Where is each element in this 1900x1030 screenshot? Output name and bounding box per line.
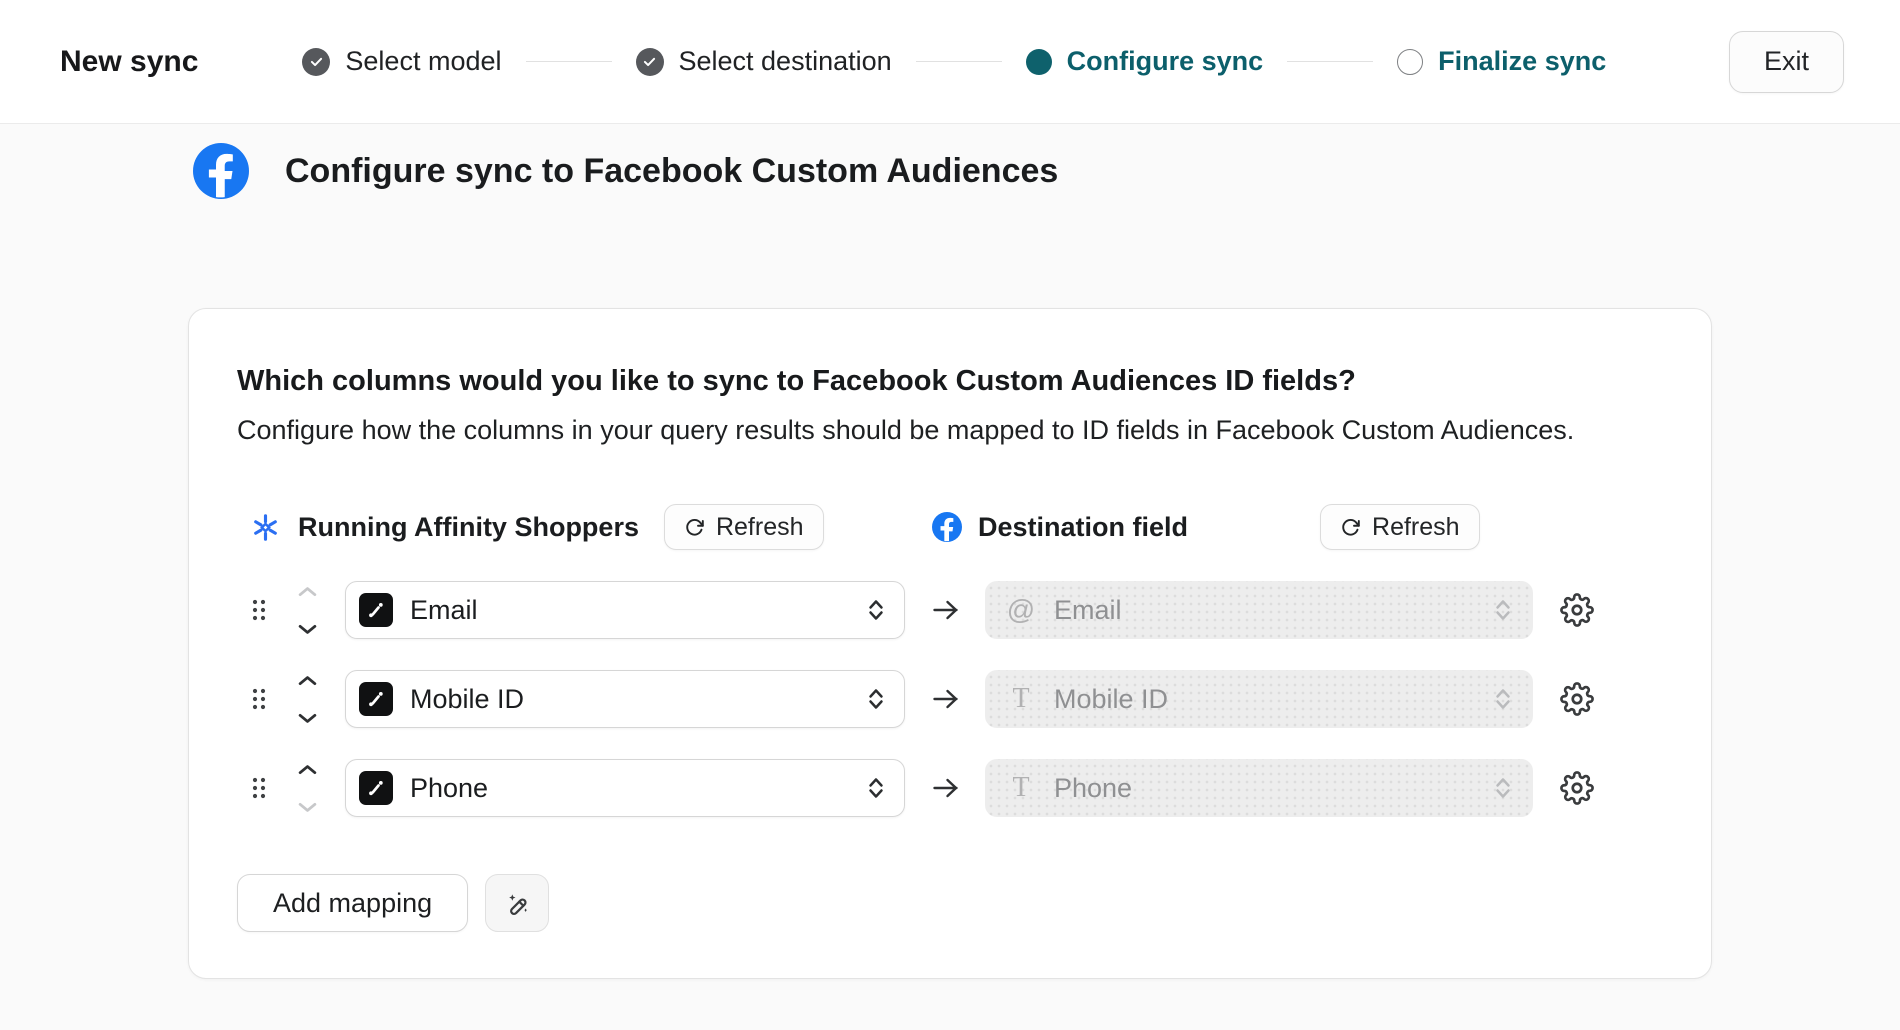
gear-icon <box>1560 771 1594 805</box>
step-label: Select destination <box>679 46 892 77</box>
source-column-value: Email <box>410 595 849 626</box>
select-chevrons-icon <box>866 775 886 801</box>
source-column-header: Running Affinity Shoppers Refresh <box>251 504 905 550</box>
check-icon <box>302 48 330 76</box>
step-label: Configure sync <box>1067 46 1264 77</box>
column-type-icon <box>359 682 393 716</box>
move-down-button[interactable] <box>298 712 317 724</box>
mapping-actions: Add mapping <box>237 874 1663 932</box>
text-type-icon: T <box>1005 683 1037 715</box>
select-chevrons-icon <box>1493 597 1513 623</box>
refresh-icon <box>1340 517 1361 538</box>
wizard-header: New sync Select model Select destination… <box>0 0 1900 124</box>
snowflake-icon <box>251 513 280 542</box>
move-down-button[interactable] <box>298 623 317 635</box>
page-title: New sync <box>60 45 198 79</box>
source-column-select[interactable]: Phone <box>345 759 905 817</box>
source-model-name: Running Affinity Shoppers <box>298 512 639 543</box>
destination-field-value: Mobile ID <box>1054 684 1476 715</box>
refresh-icon <box>684 517 705 538</box>
move-up-button[interactable] <box>298 763 317 775</box>
auto-map-button[interactable] <box>485 874 549 932</box>
exit-button[interactable]: Exit <box>1729 31 1844 93</box>
chevron-up-icon <box>298 764 317 775</box>
refresh-destination-button[interactable]: Refresh <box>1320 504 1480 550</box>
step-select-destination[interactable]: Select destination <box>636 46 892 77</box>
step-label: Finalize sync <box>1438 46 1606 77</box>
row-reorder-controls <box>296 674 318 724</box>
source-column-value: Phone <box>410 773 849 804</box>
configure-sync-title: Configure sync to Facebook Custom Audien… <box>285 152 1058 191</box>
row-reorder-controls <box>296 763 318 813</box>
step-connector <box>1287 61 1373 62</box>
sync-wizard-screen: New sync Select model Select destination… <box>0 0 1900 1030</box>
active-step-dot-icon <box>1026 49 1052 75</box>
destination-field-label: Destination field <box>978 512 1188 543</box>
column-mapping-card: Which columns would you like to sync to … <box>188 308 1712 979</box>
step-finalize-sync[interactable]: Finalize sync <box>1397 46 1606 77</box>
destination-field-value: Phone <box>1054 773 1476 804</box>
card-subheading: Configure how the columns in your query … <box>237 415 1663 446</box>
empty-step-circle-icon <box>1397 49 1423 75</box>
arrow-right-icon <box>932 777 960 799</box>
source-column-value: Mobile ID <box>410 684 849 715</box>
field-settings-button[interactable] <box>1560 682 1594 716</box>
step-connector <box>916 61 1002 62</box>
arrow-right-icon <box>932 599 960 621</box>
row-reorder-controls <box>296 585 318 635</box>
text-type-icon: T <box>1005 772 1037 804</box>
source-column-select[interactable]: Mobile ID <box>345 670 905 728</box>
refresh-source-button[interactable]: Refresh <box>664 504 824 550</box>
move-down-button[interactable] <box>298 801 317 813</box>
source-column-select[interactable]: Email <box>345 581 905 639</box>
destination-column-header: Destination field Refresh <box>932 504 1596 550</box>
select-chevrons-icon <box>866 686 886 712</box>
move-up-button[interactable] <box>298 585 317 597</box>
check-icon <box>636 48 664 76</box>
chevron-down-icon <box>298 802 317 813</box>
gear-icon <box>1560 593 1594 627</box>
select-chevrons-icon <box>1493 686 1513 712</box>
chevron-down-icon <box>298 624 317 635</box>
add-mapping-button[interactable]: Add mapping <box>237 874 468 932</box>
select-chevrons-icon <box>1493 775 1513 801</box>
magic-wand-icon <box>504 890 531 917</box>
drag-handle-icon[interactable] <box>251 598 267 622</box>
arrow-right-icon <box>932 688 960 710</box>
destination-field-select-disabled: @ Email <box>985 581 1533 639</box>
select-chevrons-icon <box>866 597 886 623</box>
step-select-model[interactable]: Select model <box>302 46 501 77</box>
facebook-icon <box>193 143 249 199</box>
column-type-icon <box>359 593 393 627</box>
drag-handle-icon[interactable] <box>251 776 267 800</box>
chevron-up-icon <box>298 586 317 597</box>
at-sign-icon: @ <box>1005 594 1037 626</box>
destination-field-select-disabled: T Mobile ID <box>985 670 1533 728</box>
step-label: Select model <box>345 46 501 77</box>
field-settings-button[interactable] <box>1560 771 1594 805</box>
step-connector <box>526 61 612 62</box>
drag-handle-icon[interactable] <box>251 687 267 711</box>
destination-field-value: Email <box>1054 595 1476 626</box>
move-up-button[interactable] <box>298 674 317 686</box>
chevron-up-icon <box>298 675 317 686</box>
gear-icon <box>1560 682 1594 716</box>
column-type-icon <box>359 771 393 805</box>
mapping-grid: Running Affinity Shoppers Refresh Destin… <box>237 504 1663 817</box>
destination-title-row: Configure sync to Facebook Custom Audien… <box>193 143 1900 199</box>
wizard-stepper: Select model Select destination Configur… <box>302 46 1606 77</box>
facebook-icon <box>932 512 962 542</box>
step-configure-sync[interactable]: Configure sync <box>1026 46 1264 77</box>
card-heading: Which columns would you like to sync to … <box>237 365 1663 398</box>
chevron-down-icon <box>298 713 317 724</box>
destination-field-select-disabled: T Phone <box>985 759 1533 817</box>
field-settings-button[interactable] <box>1560 593 1594 627</box>
